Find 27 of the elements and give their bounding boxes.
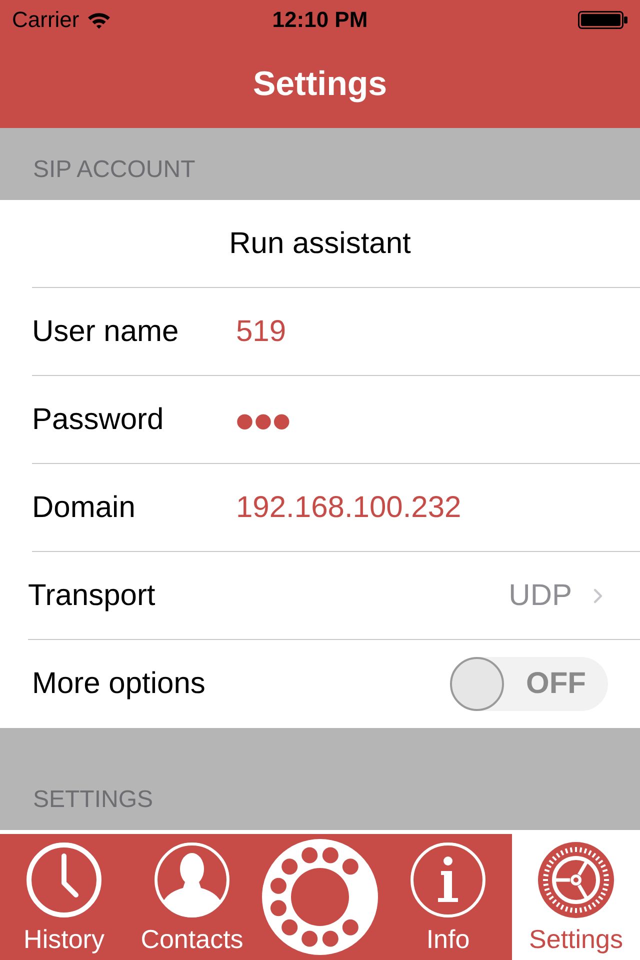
transport-value: UDP [508,578,572,614]
run-assistant-button[interactable]: Run assistant [221,226,419,262]
field-label: More options [32,666,206,702]
section-header: SIP ACCOUNT [33,156,196,184]
page-title: Settings [252,64,388,104]
clock-time: 12:10 PM [272,7,368,33]
section-header: SETTINGS [33,786,154,814]
field-label: User name [32,314,180,350]
tab-item[interactable]: Info [384,834,512,960]
tab-item[interactable]: Contacts [128,834,256,960]
carrier-label: Carrier [12,7,80,33]
gear-icon [538,842,614,918]
text-field[interactable]: 519 [236,314,286,350]
tab-item[interactable]: History [0,834,128,960]
field-label: Domain [32,490,136,526]
rotary-dial-icon [262,839,378,955]
wifi-icon [87,11,112,29]
text-field[interactable]: 192.168.100.232 [236,490,462,526]
info-icon [410,842,486,918]
battery-icon [578,11,628,29]
clock-icon [26,842,102,918]
toggle-switch[interactable]: OFF [450,657,608,711]
person-icon [154,842,230,918]
field-label: Transport [28,578,156,614]
field-label: Password [32,402,165,438]
toggle-knob-icon [450,657,504,711]
password-field[interactable]: ●●● [236,402,292,438]
